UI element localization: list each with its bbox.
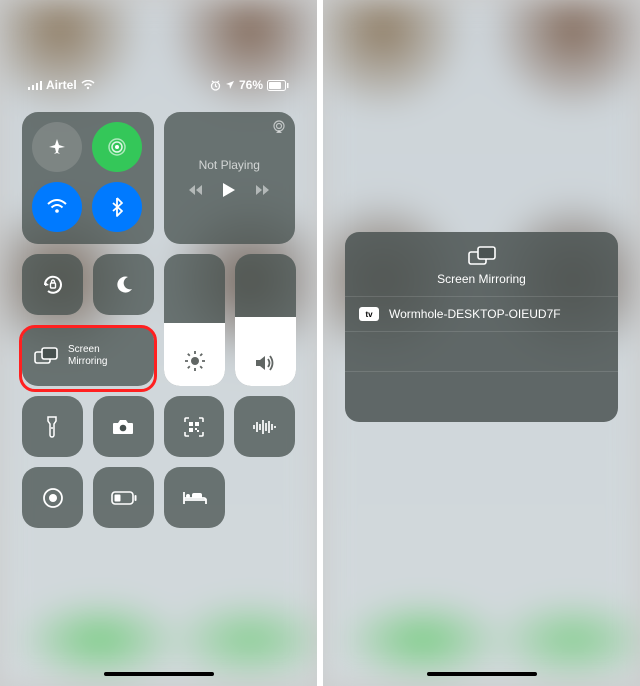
media-status-label: Not Playing (199, 158, 260, 172)
waveform-icon (252, 418, 278, 436)
orientation-lock-icon (41, 273, 65, 297)
camera-button[interactable] (93, 396, 154, 457)
do-not-disturb-toggle[interactable] (93, 254, 154, 315)
home-indicator[interactable] (427, 672, 537, 676)
media-prev-icon[interactable] (188, 184, 204, 196)
bluetooth-icon (111, 197, 123, 217)
cellular-data-icon (106, 136, 128, 158)
airplay-icon[interactable] (271, 120, 287, 134)
screen-mirroring-panel-title: Screen Mirroring (437, 272, 526, 286)
volume-slider[interactable] (235, 254, 296, 386)
wifi-icon (81, 80, 95, 90)
brightness-icon (184, 350, 206, 372)
apple-tv-icon: tv (359, 307, 379, 321)
flashlight-icon (46, 416, 58, 438)
connectivity-tile (22, 112, 154, 244)
screen-record-button[interactable] (22, 467, 83, 528)
cellular-signal-icon (28, 80, 42, 90)
sleep-mode-button[interactable] (164, 467, 225, 528)
screen-mirroring-icon (34, 347, 58, 365)
volume-icon (255, 354, 277, 372)
battery-low-power-icon (111, 491, 137, 505)
status-bar: Airtel 76% (0, 78, 317, 92)
airplane-mode-toggle[interactable] (32, 122, 82, 172)
location-icon (225, 80, 235, 90)
battery-percent-label: 76% (239, 78, 263, 92)
screen-mirroring-label: Screen Mirroring (68, 344, 107, 368)
screen-mirroring-icon (468, 246, 496, 266)
qr-code-icon (183, 416, 205, 438)
flashlight-button[interactable] (22, 396, 83, 457)
mirror-empty-row (345, 332, 618, 372)
media-play-icon[interactable] (222, 182, 236, 198)
orientation-lock-toggle[interactable] (22, 254, 83, 315)
bed-icon (182, 490, 208, 506)
cellular-data-toggle[interactable] (92, 122, 142, 172)
qr-scanner-button[interactable] (164, 396, 225, 457)
mirror-empty-row (345, 372, 618, 412)
screen-mirroring-panel-header: Screen Mirroring (345, 232, 618, 297)
record-icon (42, 487, 64, 509)
volume-fill (235, 317, 296, 386)
media-next-icon[interactable] (254, 184, 270, 196)
carrier-label: Airtel (46, 78, 77, 92)
alarm-icon (210, 80, 221, 91)
voice-memo-button[interactable] (234, 396, 295, 457)
phone-screenshot-left: Airtel 76% (0, 0, 317, 686)
moon-icon (114, 275, 134, 295)
battery-icon (267, 80, 289, 91)
wifi-icon (47, 199, 67, 215)
bluetooth-toggle[interactable] (92, 182, 142, 232)
screen-mirroring-panel: Screen Mirroring tv Wormhole-DESKTOP-OIE… (345, 232, 618, 422)
brightness-slider[interactable] (164, 254, 225, 386)
camera-icon (112, 418, 134, 436)
phone-screenshot-right: Screen Mirroring tv Wormhole-DESKTOP-OIE… (323, 0, 640, 686)
control-center: Not Playing (22, 112, 295, 538)
mirror-device-name: Wormhole-DESKTOP-OIEUD7F (389, 307, 561, 321)
wifi-toggle[interactable] (32, 182, 82, 232)
airplane-icon (47, 137, 67, 157)
mirror-device-row[interactable]: tv Wormhole-DESKTOP-OIEUD7F (345, 297, 618, 332)
home-indicator[interactable] (104, 672, 214, 676)
media-tile[interactable]: Not Playing (164, 112, 295, 244)
low-power-mode-button[interactable] (93, 467, 154, 528)
screen-mirroring-button[interactable]: Screen Mirroring (22, 325, 154, 386)
